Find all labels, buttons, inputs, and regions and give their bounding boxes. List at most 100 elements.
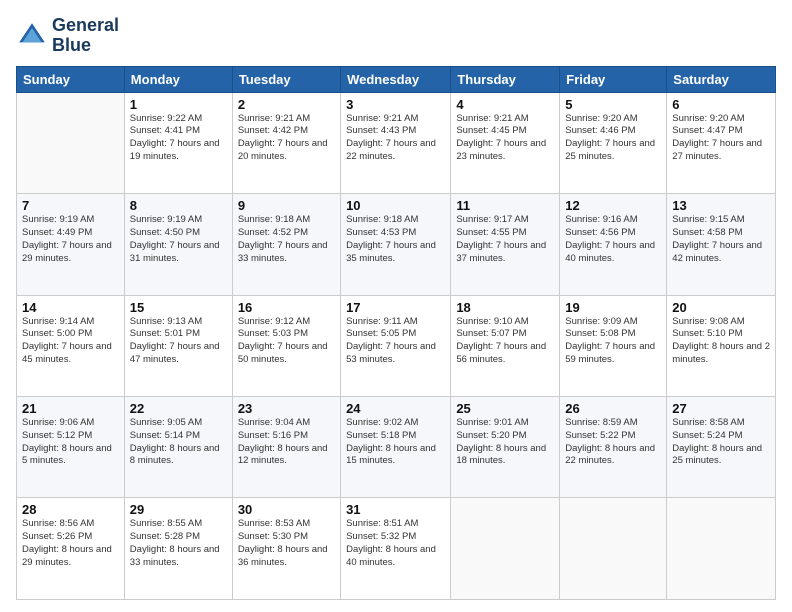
day-number: 19	[565, 300, 661, 315]
day-cell: 15Sunrise: 9:13 AMSunset: 5:01 PMDayligh…	[124, 295, 232, 396]
week-row-5: 28Sunrise: 8:56 AMSunset: 5:26 PMDayligh…	[17, 498, 776, 600]
day-cell: 2Sunrise: 9:21 AMSunset: 4:42 PMDaylight…	[232, 92, 340, 193]
day-number: 29	[130, 502, 227, 517]
day-info: Sunrise: 9:21 AMSunset: 4:43 PMDaylight:…	[346, 113, 445, 164]
day-number: 2	[238, 97, 335, 112]
week-row-1: 1Sunrise: 9:22 AMSunset: 4:41 PMDaylight…	[17, 92, 776, 193]
day-info: Sunrise: 9:15 AMSunset: 4:58 PMDaylight:…	[672, 214, 770, 265]
day-info: Sunrise: 9:12 AMSunset: 5:03 PMDaylight:…	[238, 316, 335, 367]
day-cell: 17Sunrise: 9:11 AMSunset: 5:05 PMDayligh…	[341, 295, 451, 396]
day-cell: 1Sunrise: 9:22 AMSunset: 4:41 PMDaylight…	[124, 92, 232, 193]
day-cell: 23Sunrise: 9:04 AMSunset: 5:16 PMDayligh…	[232, 397, 340, 498]
day-cell: 27Sunrise: 8:58 AMSunset: 5:24 PMDayligh…	[667, 397, 776, 498]
day-number: 5	[565, 97, 661, 112]
day-info: Sunrise: 9:19 AMSunset: 4:50 PMDaylight:…	[130, 214, 227, 265]
day-cell	[667, 498, 776, 600]
day-info: Sunrise: 9:08 AMSunset: 5:10 PMDaylight:…	[672, 316, 770, 367]
day-cell: 28Sunrise: 8:56 AMSunset: 5:26 PMDayligh…	[17, 498, 125, 600]
day-cell: 22Sunrise: 9:05 AMSunset: 5:14 PMDayligh…	[124, 397, 232, 498]
column-header-tuesday: Tuesday	[232, 66, 340, 92]
day-number: 9	[238, 198, 335, 213]
day-info: Sunrise: 8:53 AMSunset: 5:30 PMDaylight:…	[238, 518, 335, 569]
day-info: Sunrise: 8:59 AMSunset: 5:22 PMDaylight:…	[565, 417, 661, 468]
day-number: 27	[672, 401, 770, 416]
column-header-thursday: Thursday	[451, 66, 560, 92]
day-cell: 3Sunrise: 9:21 AMSunset: 4:43 PMDaylight…	[341, 92, 451, 193]
day-cell: 24Sunrise: 9:02 AMSunset: 5:18 PMDayligh…	[341, 397, 451, 498]
day-number: 31	[346, 502, 445, 517]
day-cell: 30Sunrise: 8:53 AMSunset: 5:30 PMDayligh…	[232, 498, 340, 600]
day-info: Sunrise: 9:19 AMSunset: 4:49 PMDaylight:…	[22, 214, 119, 265]
day-number: 4	[456, 97, 554, 112]
logo-text: General Blue	[52, 16, 119, 56]
day-info: Sunrise: 9:21 AMSunset: 4:45 PMDaylight:…	[456, 113, 554, 164]
day-number: 17	[346, 300, 445, 315]
day-info: Sunrise: 8:56 AMSunset: 5:26 PMDaylight:…	[22, 518, 119, 569]
day-cell: 19Sunrise: 9:09 AMSunset: 5:08 PMDayligh…	[560, 295, 667, 396]
day-info: Sunrise: 9:18 AMSunset: 4:52 PMDaylight:…	[238, 214, 335, 265]
calendar-table: SundayMondayTuesdayWednesdayThursdayFrid…	[16, 66, 776, 600]
column-header-monday: Monday	[124, 66, 232, 92]
day-number: 3	[346, 97, 445, 112]
day-info: Sunrise: 9:17 AMSunset: 4:55 PMDaylight:…	[456, 214, 554, 265]
logo-icon	[16, 20, 48, 52]
day-info: Sunrise: 9:02 AMSunset: 5:18 PMDaylight:…	[346, 417, 445, 468]
day-number: 16	[238, 300, 335, 315]
day-cell: 7Sunrise: 9:19 AMSunset: 4:49 PMDaylight…	[17, 194, 125, 295]
day-cell: 12Sunrise: 9:16 AMSunset: 4:56 PMDayligh…	[560, 194, 667, 295]
day-info: Sunrise: 9:22 AMSunset: 4:41 PMDaylight:…	[130, 113, 227, 164]
day-info: Sunrise: 9:11 AMSunset: 5:05 PMDaylight:…	[346, 316, 445, 367]
day-number: 12	[565, 198, 661, 213]
day-number: 22	[130, 401, 227, 416]
day-cell: 13Sunrise: 9:15 AMSunset: 4:58 PMDayligh…	[667, 194, 776, 295]
day-cell: 31Sunrise: 8:51 AMSunset: 5:32 PMDayligh…	[341, 498, 451, 600]
day-info: Sunrise: 9:14 AMSunset: 5:00 PMDaylight:…	[22, 316, 119, 367]
day-info: Sunrise: 9:16 AMSunset: 4:56 PMDaylight:…	[565, 214, 661, 265]
day-number: 10	[346, 198, 445, 213]
day-number: 14	[22, 300, 119, 315]
day-info: Sunrise: 9:01 AMSunset: 5:20 PMDaylight:…	[456, 417, 554, 468]
day-cell: 14Sunrise: 9:14 AMSunset: 5:00 PMDayligh…	[17, 295, 125, 396]
day-number: 24	[346, 401, 445, 416]
day-cell	[17, 92, 125, 193]
day-info: Sunrise: 9:09 AMSunset: 5:08 PMDaylight:…	[565, 316, 661, 367]
day-cell: 29Sunrise: 8:55 AMSunset: 5:28 PMDayligh…	[124, 498, 232, 600]
day-cell: 18Sunrise: 9:10 AMSunset: 5:07 PMDayligh…	[451, 295, 560, 396]
day-number: 23	[238, 401, 335, 416]
day-info: Sunrise: 9:10 AMSunset: 5:07 PMDaylight:…	[456, 316, 554, 367]
day-info: Sunrise: 9:21 AMSunset: 4:42 PMDaylight:…	[238, 113, 335, 164]
day-number: 1	[130, 97, 227, 112]
day-info: Sunrise: 9:18 AMSunset: 4:53 PMDaylight:…	[346, 214, 445, 265]
day-number: 11	[456, 198, 554, 213]
day-number: 15	[130, 300, 227, 315]
day-number: 30	[238, 502, 335, 517]
header: General Blue	[16, 16, 776, 56]
logo: General Blue	[16, 16, 119, 56]
page: General Blue SundayMondayTuesdayWednesda…	[0, 0, 792, 612]
day-info: Sunrise: 9:04 AMSunset: 5:16 PMDaylight:…	[238, 417, 335, 468]
day-number: 18	[456, 300, 554, 315]
day-number: 7	[22, 198, 119, 213]
column-header-wednesday: Wednesday	[341, 66, 451, 92]
day-info: Sunrise: 9:05 AMSunset: 5:14 PMDaylight:…	[130, 417, 227, 468]
day-cell: 25Sunrise: 9:01 AMSunset: 5:20 PMDayligh…	[451, 397, 560, 498]
day-cell: 10Sunrise: 9:18 AMSunset: 4:53 PMDayligh…	[341, 194, 451, 295]
week-row-4: 21Sunrise: 9:06 AMSunset: 5:12 PMDayligh…	[17, 397, 776, 498]
column-header-friday: Friday	[560, 66, 667, 92]
day-number: 13	[672, 198, 770, 213]
day-number: 26	[565, 401, 661, 416]
day-number: 21	[22, 401, 119, 416]
day-info: Sunrise: 9:20 AMSunset: 4:47 PMDaylight:…	[672, 113, 770, 164]
day-number: 20	[672, 300, 770, 315]
day-info: Sunrise: 8:58 AMSunset: 5:24 PMDaylight:…	[672, 417, 770, 468]
column-header-sunday: Sunday	[17, 66, 125, 92]
header-row: SundayMondayTuesdayWednesdayThursdayFrid…	[17, 66, 776, 92]
week-row-2: 7Sunrise: 9:19 AMSunset: 4:49 PMDaylight…	[17, 194, 776, 295]
day-cell: 8Sunrise: 9:19 AMSunset: 4:50 PMDaylight…	[124, 194, 232, 295]
day-info: Sunrise: 9:20 AMSunset: 4:46 PMDaylight:…	[565, 113, 661, 164]
day-number: 8	[130, 198, 227, 213]
day-cell: 5Sunrise: 9:20 AMSunset: 4:46 PMDaylight…	[560, 92, 667, 193]
day-number: 25	[456, 401, 554, 416]
column-header-saturday: Saturday	[667, 66, 776, 92]
day-cell: 21Sunrise: 9:06 AMSunset: 5:12 PMDayligh…	[17, 397, 125, 498]
